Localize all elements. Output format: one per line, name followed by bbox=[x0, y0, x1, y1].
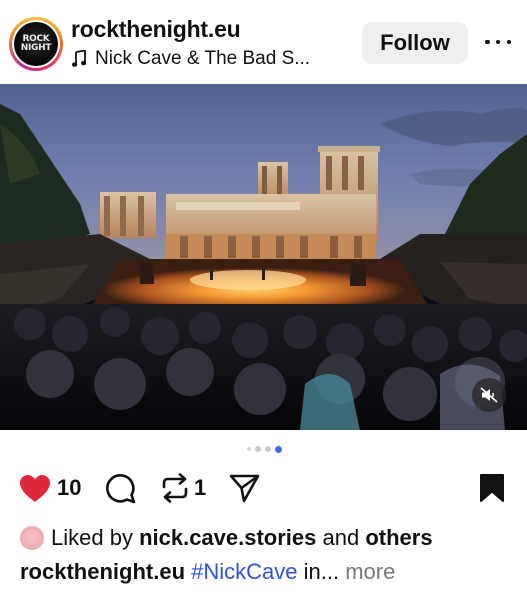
post-image[interactable] bbox=[0, 84, 527, 430]
likes-summary[interactable]: Liked by nick.cave.stories and others bbox=[20, 523, 433, 553]
carousel-dot bbox=[265, 446, 271, 452]
like-count: 10 bbox=[57, 475, 82, 500]
more-options-icon[interactable] bbox=[483, 30, 513, 54]
caption-text: in... bbox=[297, 559, 340, 584]
caption-more-button[interactable]: more bbox=[345, 559, 395, 584]
repost-button[interactable]: 1 bbox=[160, 468, 206, 508]
post-caption: rockthenight.eu #NickCave in... more bbox=[20, 559, 395, 585]
save-button[interactable] bbox=[479, 468, 505, 508]
likes-prefix: Liked by bbox=[51, 525, 140, 550]
likes-others[interactable]: others bbox=[365, 525, 432, 551]
theatre-photo bbox=[0, 84, 527, 430]
bookmark-filled-icon bbox=[480, 474, 504, 502]
follow-button[interactable]: Follow bbox=[362, 22, 468, 64]
send-icon bbox=[229, 474, 260, 502]
share-button[interactable] bbox=[229, 468, 260, 508]
likes-middle: and bbox=[316, 525, 366, 550]
comment-button[interactable] bbox=[105, 468, 136, 508]
post-username[interactable]: rockthenight.eu bbox=[71, 16, 241, 43]
like-button[interactable]: 10 bbox=[19, 468, 81, 508]
carousel-indicator[interactable] bbox=[0, 445, 527, 453]
caption-username[interactable]: rockthenight.eu bbox=[20, 559, 185, 584]
audio-link[interactable]: Nick Cave & The Bad S... bbox=[72, 48, 310, 70]
carousel-dot bbox=[247, 447, 251, 451]
liker-avatar bbox=[20, 526, 44, 550]
music-note-icon bbox=[72, 50, 86, 67]
caption-hashtag[interactable]: #NickCave bbox=[191, 559, 297, 584]
profile-avatar[interactable]: ROCK NIGHT bbox=[9, 17, 63, 71]
liker-username[interactable]: nick.cave.stories bbox=[139, 525, 316, 551]
repost-count: 1 bbox=[194, 475, 207, 500]
avatar-logo: ROCK NIGHT bbox=[14, 22, 58, 66]
post-header: ROCK NIGHT rockthenight.eu Nick Cave & T… bbox=[0, 0, 527, 84]
repost-icon bbox=[162, 473, 188, 503]
audio-label: Nick Cave & The Bad S... bbox=[95, 48, 311, 69]
post-actions: 10 1 bbox=[0, 468, 527, 508]
carousel-dot-active bbox=[275, 445, 282, 453]
volume-muted-icon[interactable] bbox=[472, 378, 506, 412]
carousel-dot bbox=[255, 446, 261, 452]
comment-icon bbox=[106, 473, 136, 503]
heart-filled-icon bbox=[20, 474, 50, 502]
